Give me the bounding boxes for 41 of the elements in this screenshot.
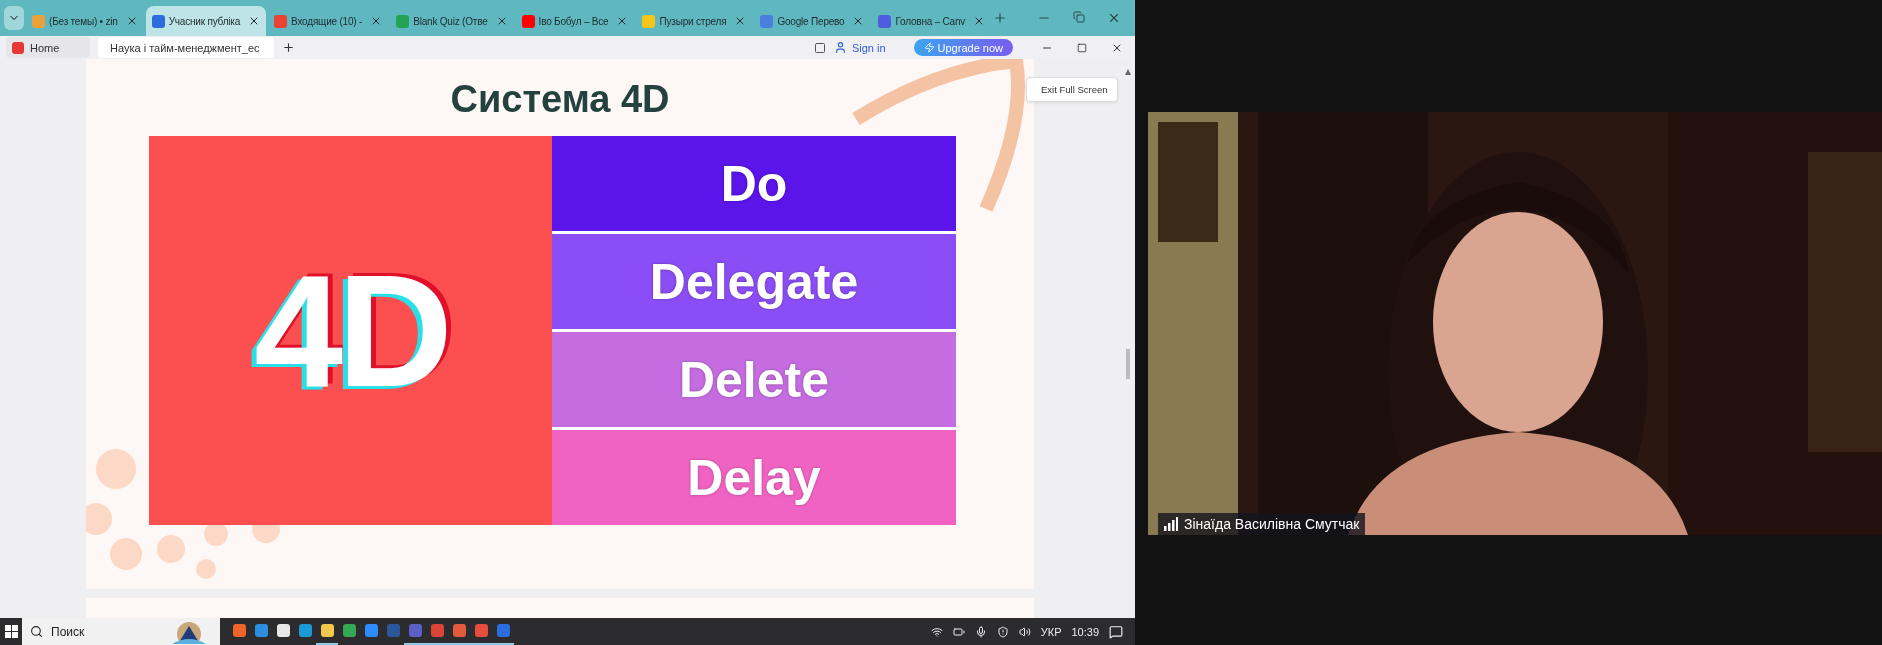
exit-fullscreen-tooltip[interactable]: Exit Full Screen — [1026, 77, 1118, 102]
method-label: Delete — [678, 350, 830, 409]
search-highlight-icon — [172, 620, 206, 644]
logo-text: 4D — [254, 239, 447, 422]
new-tab-icon[interactable] — [282, 41, 295, 54]
wifi-icon[interactable] — [930, 625, 943, 638]
browser-tab[interactable]: Учасник публіка — [145, 6, 267, 36]
browser-tab[interactable]: Головна – Canv — [872, 6, 992, 36]
lightning-icon — [923, 42, 935, 53]
search-icon — [30, 625, 43, 638]
windows-logo-icon — [4, 625, 18, 638]
signal-icon — [1164, 517, 1178, 531]
window-count-icon — [813, 41, 826, 54]
browser-tab[interactable]: Blank Quiz (Отве — [390, 6, 514, 36]
clock[interactable]: 10:39 — [1071, 625, 1099, 638]
shield-icon[interactable] — [996, 625, 1009, 638]
document-tab[interactable]: Наука і тайм-менеджмент_ес — [98, 37, 274, 58]
browser-tab[interactable]: (Без темы) • zin — [26, 6, 144, 36]
browser-tab[interactable]: Google Перево — [754, 6, 871, 36]
notifications-icon[interactable] — [1109, 624, 1123, 639]
slide-title: Система 4D — [449, 77, 671, 122]
battery-icon[interactable] — [952, 625, 965, 638]
restore-icon[interactable] — [1073, 11, 1085, 23]
sign-in-link[interactable]: Sign in — [833, 41, 886, 54]
participant-name: Зінаїда Василівна Смутчак — [1184, 516, 1360, 532]
microphone-icon[interactable] — [974, 625, 987, 638]
method-label: Delay — [687, 448, 821, 507]
taskbar-search-field[interactable]: Поиск — [22, 618, 220, 645]
volume-icon[interactable] — [1018, 625, 1031, 638]
maximize-icon[interactable] — [1077, 42, 1087, 53]
home-tab[interactable]: Home — [6, 37, 90, 58]
browser-tab[interactable]: Входящие (10) - — [268, 6, 389, 36]
language-indicator[interactable]: УКР — [1040, 625, 1062, 638]
method-label: Do — [720, 154, 788, 213]
app-logo-icon — [12, 41, 24, 54]
browser-tab[interactable]: Іво Бобул – Все — [515, 6, 635, 36]
user-icon — [833, 41, 847, 54]
method-label: Delegate — [649, 252, 859, 311]
tab-list-button[interactable] — [4, 6, 24, 30]
upgrade-button[interactable]: Upgrade now — [913, 39, 1013, 56]
browser-tab[interactable]: Пузыри стреля — [636, 6, 753, 36]
